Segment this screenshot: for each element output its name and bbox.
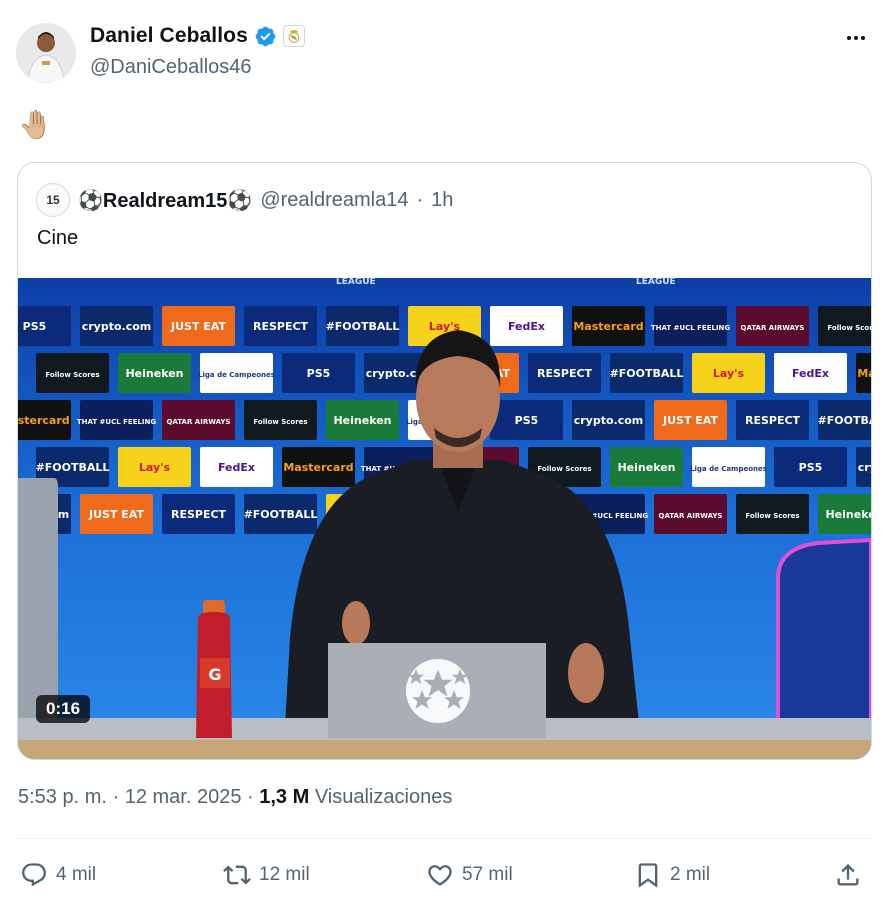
- avatar-photo: [16, 23, 76, 83]
- sponsor-label: Follow Scores: [45, 371, 99, 379]
- like-button[interactable]: 57 mil: [426, 857, 513, 893]
- sponsor-label: QATAR AIRWAYS: [659, 512, 723, 520]
- heart-icon: [428, 865, 452, 886]
- sponsor-label: Heineken: [333, 414, 391, 427]
- sponsor-label: #FOOTBALL: [818, 414, 871, 427]
- sponsor-label: FedEx: [218, 461, 255, 474]
- quoted-time[interactable]: 1h: [431, 189, 453, 212]
- sponsor-label: PS5: [515, 414, 539, 427]
- video-frame: LEAGUE LEAGUE PS5 crypto.com JUST EAT RESPE…: [18, 278, 871, 759]
- sponsor-label: FedEx: [508, 320, 545, 333]
- sponsor-label: PS5: [23, 320, 47, 333]
- sponsor-label: Mastercard: [283, 461, 353, 474]
- quoted-author-name[interactable]: ⚽Realdream15⚽: [78, 188, 252, 213]
- sponsor-label: JUST EAT: [170, 320, 226, 333]
- tweet-header: Daniel Ceballos M @DaniCeballos46: [16, 20, 871, 84]
- author-avatar[interactable]: [16, 23, 76, 83]
- tweet-actions-bar: 4 mil 12 mil 57 mil 2 mil: [18, 857, 870, 893]
- tweet-text: 🤚🏼: [18, 109, 53, 140]
- sponsor-label: QATAR AIRWAYS: [167, 418, 231, 426]
- sponsor-label: Mastercard: [18, 414, 70, 427]
- separator-dot: ·: [416, 188, 424, 211]
- verified-badge-icon[interactable]: [254, 25, 277, 48]
- sponsor-label: Mastercard: [857, 367, 871, 380]
- repost-button[interactable]: 12 mil: [223, 857, 310, 893]
- quoted-tweet-header: 15 ⚽Realdream15⚽ @realdreamla14 · 1h: [36, 183, 453, 217]
- sponsor-label: crypto.com: [82, 320, 152, 333]
- sponsor-label: Liga de Campeones: [690, 465, 767, 473]
- svg-text:G: G: [208, 665, 221, 684]
- video-player[interactable]: LEAGUE LEAGUE PS5 crypto.com JUST EAT RESPE…: [18, 278, 871, 759]
- sponsor-label: Heineken: [617, 461, 675, 474]
- sponsor-label: Lay's: [713, 367, 745, 380]
- bookmark-button[interactable]: 2 mil: [634, 857, 710, 893]
- bookmark-icon: [638, 863, 658, 888]
- quoted-author-avatar[interactable]: 15: [36, 183, 70, 217]
- sponsor-label: JUST EAT: [88, 508, 144, 521]
- sponsor-label: #FOOTBALL: [36, 461, 110, 474]
- sponsor-label: Follow Scores: [537, 465, 591, 473]
- sponsor-label: crypto.com: [574, 414, 644, 427]
- champions-league-logo: [406, 659, 470, 723]
- sponsor-label: RESPECT: [537, 367, 593, 380]
- sponsor-label: Liga de Campeones: [198, 371, 275, 379]
- author-name-row: Daniel Ceballos M: [90, 24, 305, 48]
- video-duration: 0:16: [36, 695, 91, 723]
- reply-count: 4 mil: [56, 864, 97, 885]
- svg-text:LEAGUE: LEAGUE: [336, 278, 376, 287]
- sponsor-label: Lay's: [139, 461, 171, 474]
- sponsor-label: Follow Scores: [253, 418, 307, 426]
- views-count: 1,3 M: [259, 786, 310, 808]
- quoted-author-handle[interactable]: @realdreamla14: [260, 189, 408, 212]
- sponsor-label: FedEx: [792, 367, 829, 380]
- sponsor-label: Mastercard: [573, 320, 643, 333]
- quoted-tweet-text: Cine: [37, 227, 79, 249]
- reply-button[interactable]: 4 mil: [20, 857, 96, 893]
- more-options-icon[interactable]: [841, 28, 871, 48]
- sponsor-label: QATAR AIRWAYS: [741, 324, 805, 332]
- sponsor-label: PS5: [307, 367, 331, 380]
- sponsor-label: JUST EAT: [662, 414, 718, 427]
- sponsor-label: Follow Scores: [827, 324, 871, 332]
- sponsor-label: crypto.com: [858, 461, 871, 474]
- tweet-timestamp[interactable]: 5:53 p. m. · 12 mar. 2025 ·: [18, 786, 259, 808]
- bookmark-count: 2 mil: [670, 864, 711, 885]
- sponsor-label: #FOOTBALL: [610, 367, 684, 380]
- tweet-meta: 5:53 p. m. · 12 mar. 2025 · 1,3 M Visual…: [18, 786, 452, 809]
- svg-text:M: M: [292, 36, 296, 42]
- sponsor-label: #FOOTBALL: [244, 508, 318, 521]
- divider: [17, 838, 872, 839]
- real-madrid-crest-icon[interactable]: M: [282, 25, 305, 47]
- sponsor-label: THAT #UCL FEELING: [651, 324, 731, 332]
- sponsor-label: RESPECT: [745, 414, 801, 427]
- sponsor-label: RESPECT: [171, 508, 227, 521]
- sponsor-label: #FOOTBALL: [326, 320, 400, 333]
- repost-count: 12 mil: [259, 864, 310, 885]
- author-handle[interactable]: @DaniCeballos46: [90, 56, 252, 79]
- sponsor-label: Follow Scores: [745, 512, 799, 520]
- sponsor-label: Heineken: [125, 367, 183, 380]
- like-count: 57 mil: [462, 864, 513, 885]
- views-label: Visualizaciones: [309, 786, 453, 808]
- share-icon: [837, 864, 859, 886]
- sponsor-label: PS5: [799, 461, 823, 474]
- sponsor-label: THAT #UCL FEELING: [77, 418, 157, 426]
- repost-icon: [223, 865, 251, 885]
- sponsor-label: Heineken: [825, 508, 871, 521]
- sponsor-label: RESPECT: [253, 320, 309, 333]
- svg-text:LEAGUE: LEAGUE: [636, 278, 676, 287]
- author-display-name[interactable]: Daniel Ceballos: [90, 24, 248, 48]
- share-button[interactable]: [834, 857, 862, 893]
- quoted-tweet-card[interactable]: 15 ⚽Realdream15⚽ @realdreamla14 · 1h Cin…: [17, 162, 872, 760]
- reply-icon: [22, 863, 46, 887]
